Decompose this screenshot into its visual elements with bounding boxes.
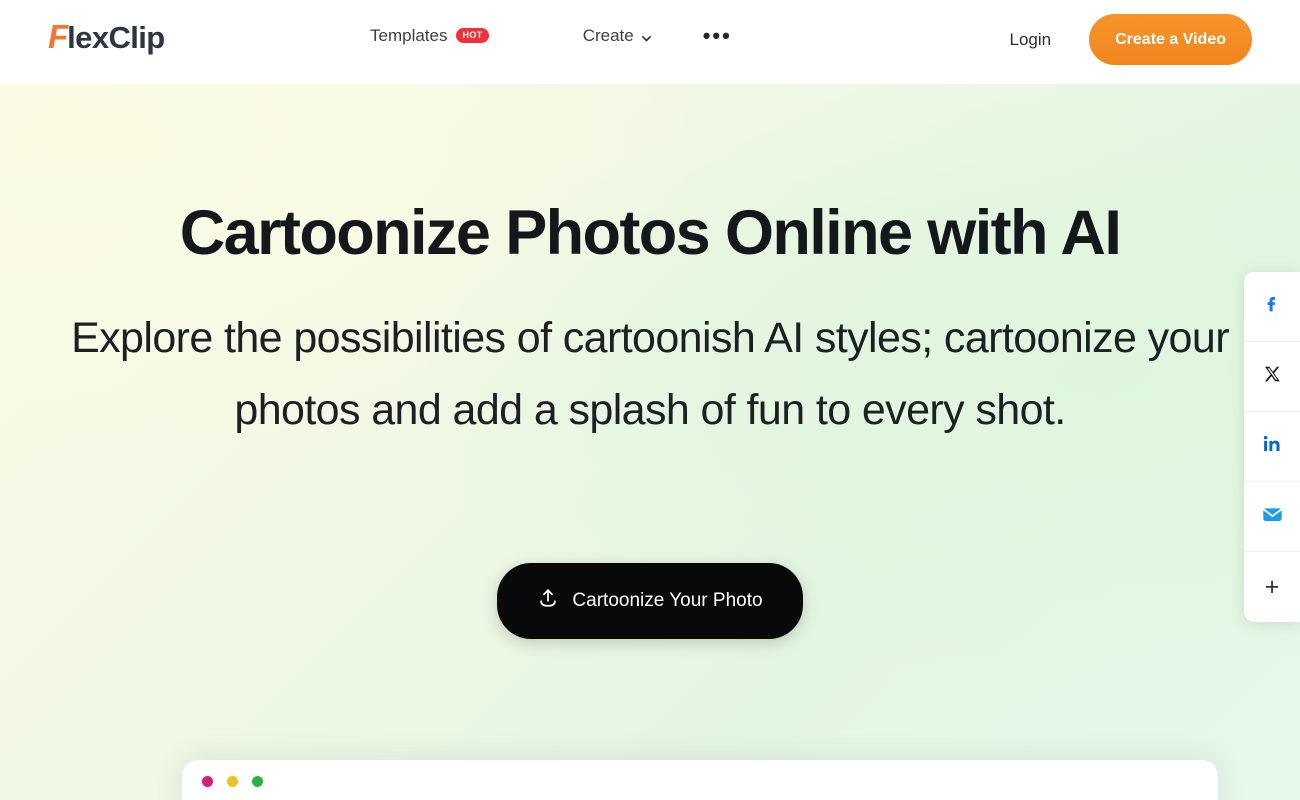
plus-icon: + <box>1264 572 1280 601</box>
social-share-rail: + <box>1244 272 1300 622</box>
window-dot-close <box>202 776 213 787</box>
nav-create-label: Create <box>582 26 634 45</box>
share-facebook-button[interactable] <box>1244 272 1300 342</box>
nav-item-more[interactable]: ••• <box>702 23 732 48</box>
email-icon <box>1261 503 1284 531</box>
chevron-down-icon <box>641 29 651 42</box>
nav-item-create[interactable]: Create <box>583 26 651 46</box>
header-actions: Login Create a Video <box>1010 14 1252 65</box>
hero-cta-label: Cartoonize Your Photo <box>572 590 763 611</box>
hero-subtitle: Explore the possibilities of cartoonish … <box>71 314 1229 434</box>
page-root: FlexClip Templates HOT Create ••• Login … <box>0 0 1300 800</box>
linkedin-icon <box>1261 433 1283 460</box>
share-more-button[interactable]: + <box>1244 552 1300 622</box>
nav-templates-label: Templates <box>370 26 448 45</box>
app-mockup-window: Creations Hisrory <box>182 760 1218 800</box>
upload-icon <box>537 587 559 615</box>
share-email-button[interactable] <box>1244 482 1300 552</box>
window-dot-maximize <box>252 776 263 787</box>
logo-mark-icon: F <box>48 18 68 55</box>
share-x-button[interactable] <box>1244 342 1300 412</box>
x-twitter-icon <box>1262 364 1283 390</box>
logo-wordmark: lexClip <box>67 20 165 55</box>
hot-badge: HOT <box>456 27 489 43</box>
facebook-icon <box>1261 293 1283 320</box>
share-linkedin-button[interactable] <box>1244 412 1300 482</box>
site-header: FlexClip Templates HOT Create ••• Login … <box>0 0 1300 84</box>
nav-item-templates[interactable]: Templates HOT <box>370 26 489 46</box>
primary-nav: Templates HOT Create ••• <box>370 23 732 48</box>
hero-cta-wrapper: Cartoonize Your Photo <box>0 563 1300 639</box>
hero-section: Cartoonize Photos Online with AI Explore… <box>0 84 1300 800</box>
window-traffic-lights <box>202 776 263 787</box>
create-a-video-button[interactable]: Create a Video <box>1089 14 1252 65</box>
login-link[interactable]: Login <box>1010 30 1052 50</box>
more-horizontal-icon: ••• <box>702 23 732 48</box>
window-dot-minimize <box>227 776 238 787</box>
page-title: Cartoonize Photos Online with AI <box>179 198 1122 268</box>
cartoonize-your-photo-button[interactable]: Cartoonize Your Photo <box>497 563 803 639</box>
flexclip-logo[interactable]: FlexClip <box>48 18 165 56</box>
